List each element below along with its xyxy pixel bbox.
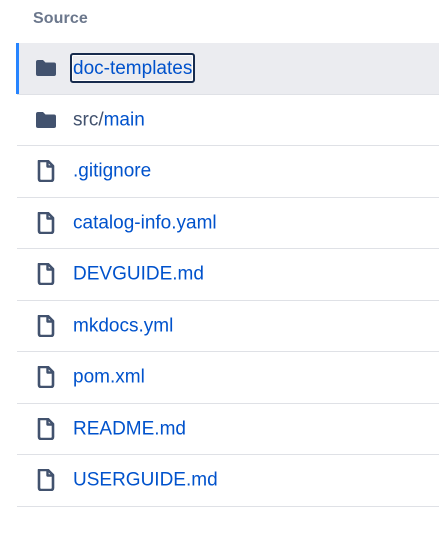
file-link-gitignore[interactable]: .gitignore xyxy=(73,162,151,181)
file-row-src-main[interactable]: src/main xyxy=(17,95,439,146)
file-row-pom[interactable]: pom.xml xyxy=(17,352,439,404)
file-link-readme[interactable]: README.md xyxy=(73,419,186,438)
file-link-devguide[interactable]: DEVGUIDE.md xyxy=(73,265,204,284)
file-link-doc-templates[interactable]: doc-templates xyxy=(70,53,196,84)
section-title: Source xyxy=(33,10,88,27)
file-row-userguide[interactable]: USERGUIDE.md xyxy=(17,455,439,507)
file-link-mkdocs[interactable]: mkdocs.yml xyxy=(73,316,173,335)
file-row-doc-templates[interactable]: doc-templates xyxy=(16,43,439,95)
folder-icon xyxy=(34,56,58,80)
file-row-catalog-info[interactable]: catalog-info.yaml xyxy=(17,198,439,249)
file-link-catalog-info[interactable]: catalog-info.yaml xyxy=(73,213,217,232)
file-list: doc-templates src/main .gitignore catalo… xyxy=(16,43,439,507)
file-icon xyxy=(34,365,58,389)
file-row-gitignore[interactable]: .gitignore xyxy=(17,146,439,198)
file-row-devguide[interactable]: DEVGUIDE.md xyxy=(17,249,439,301)
file-link-src-main[interactable]: src/main xyxy=(73,110,145,129)
file-icon xyxy=(34,468,58,492)
file-icon xyxy=(34,314,58,338)
folder-icon xyxy=(34,108,58,132)
file-link-pom[interactable]: pom.xml xyxy=(73,368,145,387)
file-icon xyxy=(34,159,58,183)
file-icon xyxy=(34,211,58,235)
file-row-mkdocs[interactable]: mkdocs.yml xyxy=(17,301,439,352)
file-link-userguide[interactable]: USERGUIDE.md xyxy=(73,471,218,490)
source-panel: Source doc-templates src/main .gitignore xyxy=(0,0,439,541)
file-icon xyxy=(34,417,58,441)
file-row-readme[interactable]: README.md xyxy=(17,404,439,455)
file-icon xyxy=(34,262,58,286)
